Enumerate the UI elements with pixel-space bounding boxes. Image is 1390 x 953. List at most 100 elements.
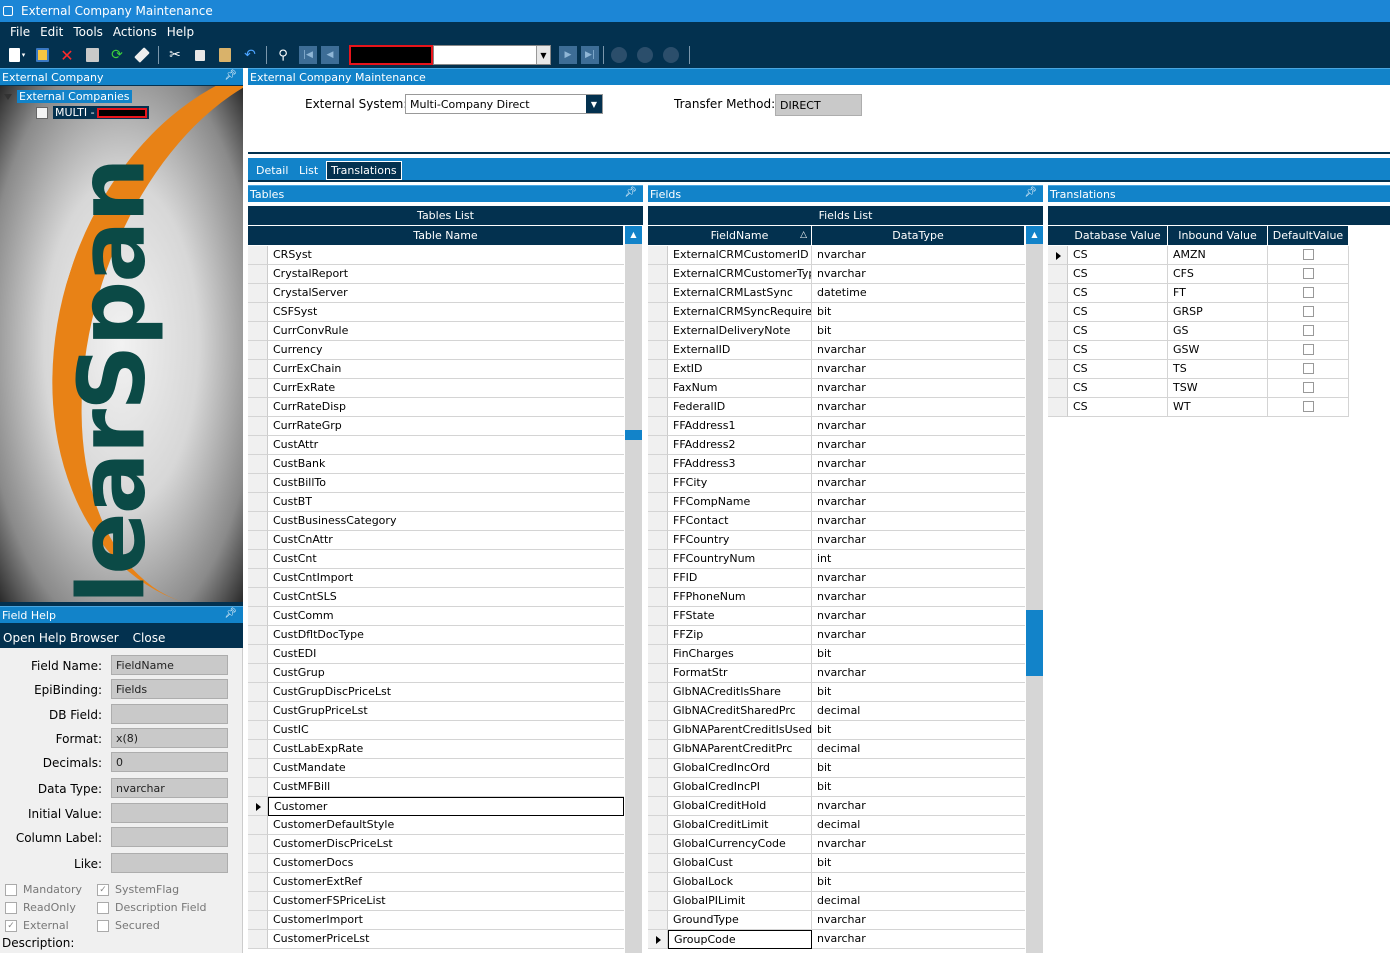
row-selector[interactable] xyxy=(248,721,268,740)
field-row[interactable]: FFContact nvarchar xyxy=(668,512,1025,531)
field-help-checkbox[interactable]: ReadOnly xyxy=(5,901,76,914)
tree-node-external-companies[interactable]: External Companies xyxy=(4,90,132,103)
row-selector[interactable] xyxy=(248,569,268,588)
row-selector[interactable] xyxy=(248,778,268,797)
menu-actions[interactable]: Actions xyxy=(113,25,157,39)
row-selector[interactable] xyxy=(248,607,268,626)
table-row[interactable]: CRSyst xyxy=(268,246,624,265)
field-row[interactable]: ExternalCRMCustomerID nvarchar xyxy=(668,246,1025,265)
row-selector[interactable] xyxy=(248,816,268,835)
table-row[interactable]: CurrExChain xyxy=(268,360,624,379)
table-row[interactable]: CustMFBill xyxy=(268,778,624,797)
row-selector[interactable] xyxy=(648,607,668,626)
row-selector[interactable] xyxy=(648,474,668,493)
table-row[interactable]: CustGrup xyxy=(268,664,624,683)
translation-row[interactable]: CS GRSP xyxy=(1068,303,1349,322)
scroll-thumb[interactable] xyxy=(1026,610,1043,676)
row-selector[interactable] xyxy=(648,512,668,531)
pin-icon[interactable]: 📌︎ xyxy=(224,70,237,81)
table-row[interactable]: CustomerDocs xyxy=(268,854,624,873)
row-selector[interactable] xyxy=(248,797,268,816)
row-selector[interactable] xyxy=(248,626,268,645)
row-selector[interactable] xyxy=(648,664,668,683)
translation-row[interactable]: CS FT xyxy=(1068,284,1349,303)
field-row[interactable]: ExternalID nvarchar xyxy=(668,341,1025,360)
table-row[interactable]: CustAttr xyxy=(268,436,624,455)
row-selector[interactable] xyxy=(248,474,268,493)
field-help-checkbox[interactable]: Mandatory xyxy=(5,883,82,896)
row-selector[interactable] xyxy=(648,930,668,949)
row-selector[interactable] xyxy=(248,265,268,284)
last-record-icon[interactable]: ▶| xyxy=(581,46,599,64)
field-row[interactable]: FormatStr nvarchar xyxy=(668,664,1025,683)
pin-icon[interactable]: 📌︎ xyxy=(224,608,237,619)
field-row[interactable]: FFZip nvarchar xyxy=(668,626,1025,645)
row-selector[interactable] xyxy=(648,626,668,645)
field-row[interactable]: GlbNACreditIsShare bit xyxy=(668,683,1025,702)
record-key-field[interactable] xyxy=(349,45,433,65)
row-selector[interactable] xyxy=(248,246,268,265)
save-icon[interactable] xyxy=(33,46,51,64)
fields-scrollbar[interactable]: ▲ xyxy=(1026,226,1043,953)
refresh-icon[interactable]: ⟳ xyxy=(108,46,126,64)
table-row[interactable]: CurrConvRule xyxy=(268,322,624,341)
menu-file[interactable]: File xyxy=(10,25,30,39)
row-selector[interactable] xyxy=(1048,246,1068,265)
default-value-checkbox[interactable] xyxy=(1303,325,1314,336)
table-row[interactable]: CurrExRate xyxy=(268,379,624,398)
row-selector[interactable] xyxy=(648,892,668,911)
row-selector[interactable] xyxy=(648,455,668,474)
table-row[interactable]: CustMandate xyxy=(268,759,624,778)
field-help-checkbox[interactable]: Secured xyxy=(97,919,160,932)
row-selector[interactable] xyxy=(648,493,668,512)
row-selector[interactable] xyxy=(248,512,268,531)
field-row[interactable]: FaxNum nvarchar xyxy=(668,379,1025,398)
datatype-column-header[interactable]: DataType xyxy=(812,226,1025,245)
table-row[interactable]: CustomerDefaultStyle xyxy=(268,816,624,835)
row-selector[interactable] xyxy=(1048,303,1068,322)
table-row[interactable]: CustomerFSPriceList xyxy=(268,892,624,911)
row-selector[interactable] xyxy=(248,854,268,873)
tab-detail[interactable]: Detail xyxy=(256,164,288,177)
expand-icon[interactable] xyxy=(4,93,12,100)
row-selector[interactable] xyxy=(648,341,668,360)
menu-help[interactable]: Help xyxy=(167,25,194,39)
default-value-checkbox[interactable] xyxy=(1303,249,1314,260)
checkbox-icon[interactable] xyxy=(5,901,17,914)
row-selector[interactable] xyxy=(648,550,668,569)
row-selector[interactable] xyxy=(1048,284,1068,303)
field-row[interactable]: FFCompName nvarchar xyxy=(668,493,1025,512)
row-selector[interactable] xyxy=(248,417,268,436)
table-row[interactable]: CSFSyst xyxy=(268,303,624,322)
row-selector[interactable] xyxy=(648,835,668,854)
row-selector[interactable] xyxy=(648,702,668,721)
row-selector[interactable] xyxy=(648,436,668,455)
field-row[interactable]: GlobalCreditHold nvarchar xyxy=(668,797,1025,816)
row-selector[interactable] xyxy=(248,759,268,778)
chevron-down-icon[interactable]: ▼ xyxy=(586,95,602,113)
tab-translations[interactable]: Translations xyxy=(326,161,402,180)
default-value-checkbox[interactable] xyxy=(1303,268,1314,279)
row-selector[interactable] xyxy=(248,873,268,892)
field-row[interactable]: FFState nvarchar xyxy=(668,607,1025,626)
paste-icon[interactable] xyxy=(216,46,234,64)
table-row[interactable]: CustCntSLS xyxy=(268,588,624,607)
row-selector[interactable] xyxy=(248,531,268,550)
database-value-column-header[interactable]: Database Value xyxy=(1068,226,1168,245)
tables-scrollbar[interactable]: ▲ xyxy=(625,226,642,953)
field-row[interactable]: GlbNACreditSharedPrc decimal xyxy=(668,702,1025,721)
row-selector[interactable] xyxy=(648,873,668,892)
row-selector[interactable] xyxy=(248,930,268,949)
translation-row[interactable]: CS AMZN xyxy=(1068,246,1349,265)
next-record-icon[interactable]: ▶ xyxy=(559,46,577,64)
close-button[interactable]: Close xyxy=(133,631,166,645)
table-row[interactable]: CurrRateGrp xyxy=(268,417,624,436)
field-help-checkbox[interactable]: Description Field xyxy=(97,901,207,914)
table-row[interactable]: CustomerExtRef xyxy=(268,873,624,892)
table-row[interactable]: CustCnt xyxy=(268,550,624,569)
attach-icon[interactable] xyxy=(83,46,101,64)
record-selector-dropdown[interactable]: ▼ xyxy=(433,45,551,65)
table-row[interactable]: CustBillTo xyxy=(268,474,624,493)
row-selector[interactable] xyxy=(648,303,668,322)
table-row[interactable]: CrystalReport xyxy=(268,265,624,284)
